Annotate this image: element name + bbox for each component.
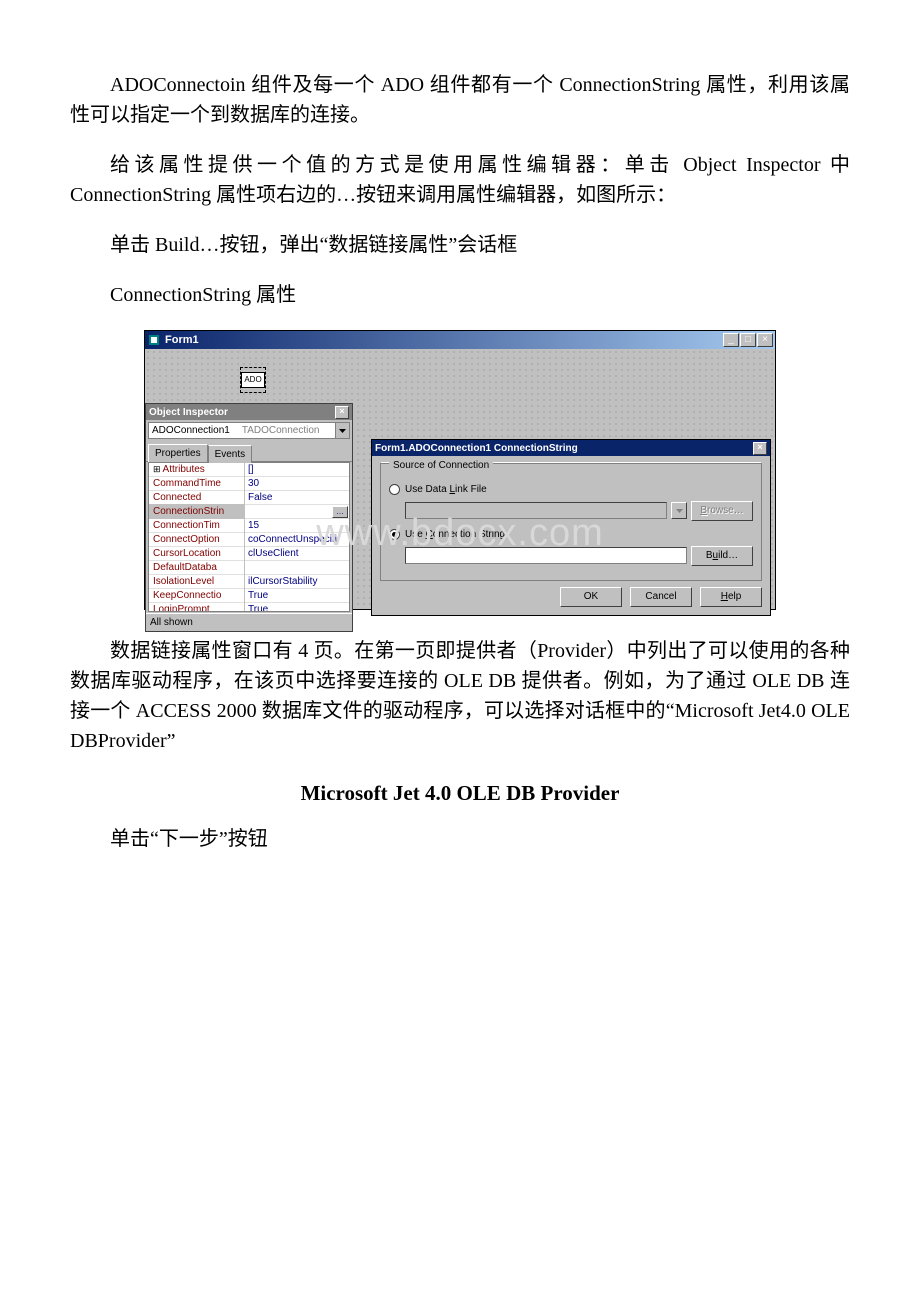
- object-inspector-component-combo[interactable]: ADOConnection1 TADOConnection: [148, 422, 350, 439]
- connectionstring-dialog: Form1.ADOConnection1 ConnectionString × …: [371, 439, 771, 616]
- prop-value[interactable]: ilCursorStability: [245, 574, 349, 589]
- object-inspector-status: All shown: [146, 613, 352, 631]
- radio-icon: [389, 484, 400, 495]
- datalink-file-field: [405, 502, 667, 519]
- para-3: 单击 Build…按钮，弹出“数据链接属性”会话框: [70, 230, 850, 260]
- radio-label: Use Connection String: [405, 527, 505, 542]
- prop-name: ConnectionStrin: [149, 504, 245, 519]
- radio-icon: [389, 529, 400, 540]
- prop-name: ConnectionTim: [149, 518, 245, 533]
- prop-value[interactable]: False: [245, 490, 349, 505]
- oi-combo-name: ADOConnection1: [149, 423, 233, 438]
- connectionstring-close-button[interactable]: ×: [753, 442, 767, 455]
- build-button[interactable]: Build…: [691, 546, 753, 566]
- prop-name: IsolationLevel: [149, 574, 245, 589]
- prop-value[interactable]: True: [245, 602, 349, 612]
- maximize-button[interactable]: □: [740, 333, 756, 347]
- object-inspector-tabs: Properties Events: [146, 441, 352, 462]
- para-5: 数据链接属性窗口有 4 页。在第一页即提供者（Provider）中列出了可以使用…: [70, 636, 850, 756]
- form1-app-icon: [147, 333, 161, 347]
- prop-name: ConnectOption: [149, 532, 245, 547]
- radio-label: Use Data Link File: [405, 482, 487, 497]
- prop-value[interactable]: clUseClient: [245, 546, 349, 561]
- minimize-button[interactable]: _: [723, 333, 739, 347]
- form1-titlebar: Form1 _ □ ×: [145, 331, 775, 349]
- prop-value[interactable]: True: [245, 588, 349, 603]
- radio-use-datalink-file[interactable]: Use Data Link File: [389, 482, 753, 497]
- prop-value[interactable]: []: [245, 462, 349, 477]
- screenshot-composite: Form1 _ □ × ADO Object Inspector × ADOCo…: [144, 330, 776, 610]
- dialog-button-row: OK Cancel Help: [380, 587, 762, 607]
- object-inspector-window: Object Inspector × ADOConnection1 TADOCo…: [145, 403, 353, 632]
- cancel-button[interactable]: Cancel: [630, 587, 692, 607]
- para-4: ConnectionString 属性: [70, 280, 850, 310]
- object-inspector-close-button[interactable]: ×: [335, 406, 349, 419]
- tab-properties[interactable]: Properties: [148, 444, 208, 462]
- form1-title: Form1: [165, 332, 723, 349]
- heading-provider: Microsoft Jet 4.0 OLE DB Provider: [70, 778, 850, 810]
- prop-name: DefaultDataba: [149, 560, 245, 575]
- para-6: 单击“下一步”按钮: [70, 824, 850, 854]
- object-inspector-titlebar: Object Inspector ×: [146, 404, 352, 420]
- oi-combo-type: TADOConnection: [239, 423, 323, 438]
- connection-string-field[interactable]: [405, 547, 687, 564]
- connectionstring-title: Form1.ADOConnection1 ConnectionString: [375, 441, 753, 456]
- close-button[interactable]: ×: [757, 333, 773, 347]
- prop-name: CommandTime: [149, 476, 245, 491]
- prop-name: KeepConnectio: [149, 588, 245, 603]
- ado-icon-label: ADO: [241, 372, 264, 388]
- browse-button: Browse…: [691, 501, 753, 521]
- prop-value[interactable]: coConnectUnspecifi: [245, 532, 349, 547]
- source-of-connection-group: Source of Connection Use Data Link File …: [380, 462, 762, 581]
- para-1: ADOConnectoin 组件及每一个 ADO 组件都有一个 Connecti…: [70, 70, 850, 130]
- prop-name: Attributes: [149, 462, 245, 477]
- para-2: 给该属性提供一个值的方式是使用属性编辑器：单击 Object Inspector…: [70, 150, 850, 210]
- radio-use-connection-string[interactable]: Use Connection String: [389, 527, 753, 542]
- adoconnection-component-icon[interactable]: ADO: [240, 367, 266, 393]
- prop-name: CursorLocation: [149, 546, 245, 561]
- tab-events[interactable]: Events: [208, 445, 253, 463]
- chevron-down-icon: [671, 502, 687, 519]
- ok-button[interactable]: OK: [560, 587, 622, 607]
- connectionstring-titlebar: Form1.ADOConnection1 ConnectionString ×: [372, 440, 770, 456]
- form1-client-area: ADO Object Inspector × ADOConnection1 TA…: [145, 349, 775, 609]
- prop-name: LoginPrompt: [149, 602, 245, 612]
- ellipsis-button[interactable]: …: [332, 506, 348, 518]
- prop-value[interactable]: 15: [245, 518, 349, 533]
- group-legend: Source of Connection: [389, 460, 493, 471]
- chevron-down-icon[interactable]: [335, 423, 349, 438]
- prop-name: Connected: [149, 490, 245, 505]
- object-inspector-title: Object Inspector: [149, 405, 335, 420]
- form1-window: Form1 _ □ × ADO Object Inspector × ADOCo…: [144, 330, 776, 610]
- prop-value[interactable]: 30: [245, 476, 349, 491]
- prop-value[interactable]: …: [245, 506, 349, 518]
- help-button[interactable]: Help: [700, 587, 762, 607]
- object-inspector-property-grid[interactable]: Attributes[] CommandTime30 ConnectedFals…: [148, 462, 350, 612]
